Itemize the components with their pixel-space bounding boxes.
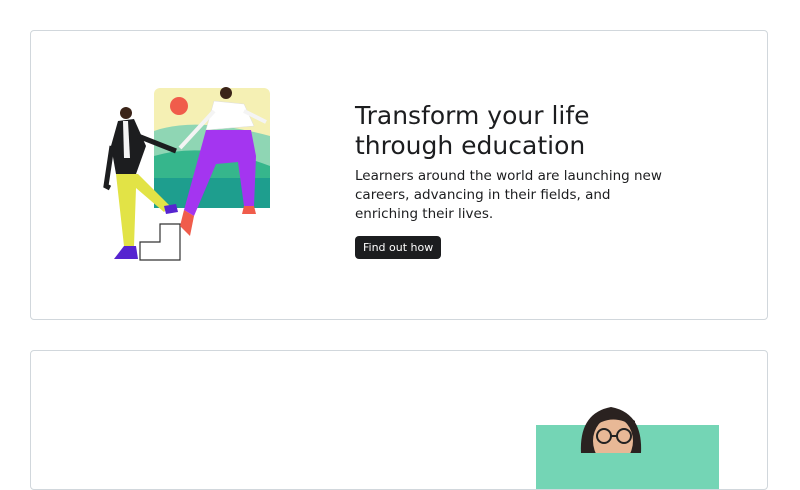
woman-with-glasses-photo — [580, 407, 642, 453]
person-left-head — [120, 107, 132, 119]
hero-subtext: Learners around the world are launching … — [355, 168, 662, 222]
education-promo-card: Transform your life through education Le… — [30, 30, 768, 320]
people-climbing-illustration — [76, 86, 276, 266]
illustration-svg — [103, 87, 270, 261]
sun-shape — [170, 97, 188, 115]
hero-copy: Transform your life through education Le… — [355, 101, 675, 259]
person-left-shoe — [114, 246, 138, 259]
person-left-arm — [103, 145, 115, 191]
hero-headline: Transform your life through education — [355, 101, 590, 160]
find-out-how-button[interactable]: Find out how — [355, 236, 442, 259]
stairs-shape — [139, 223, 181, 261]
second-promo-card — [30, 350, 768, 490]
person-right-head — [220, 87, 232, 99]
person-right-shoe-2 — [242, 206, 256, 214]
